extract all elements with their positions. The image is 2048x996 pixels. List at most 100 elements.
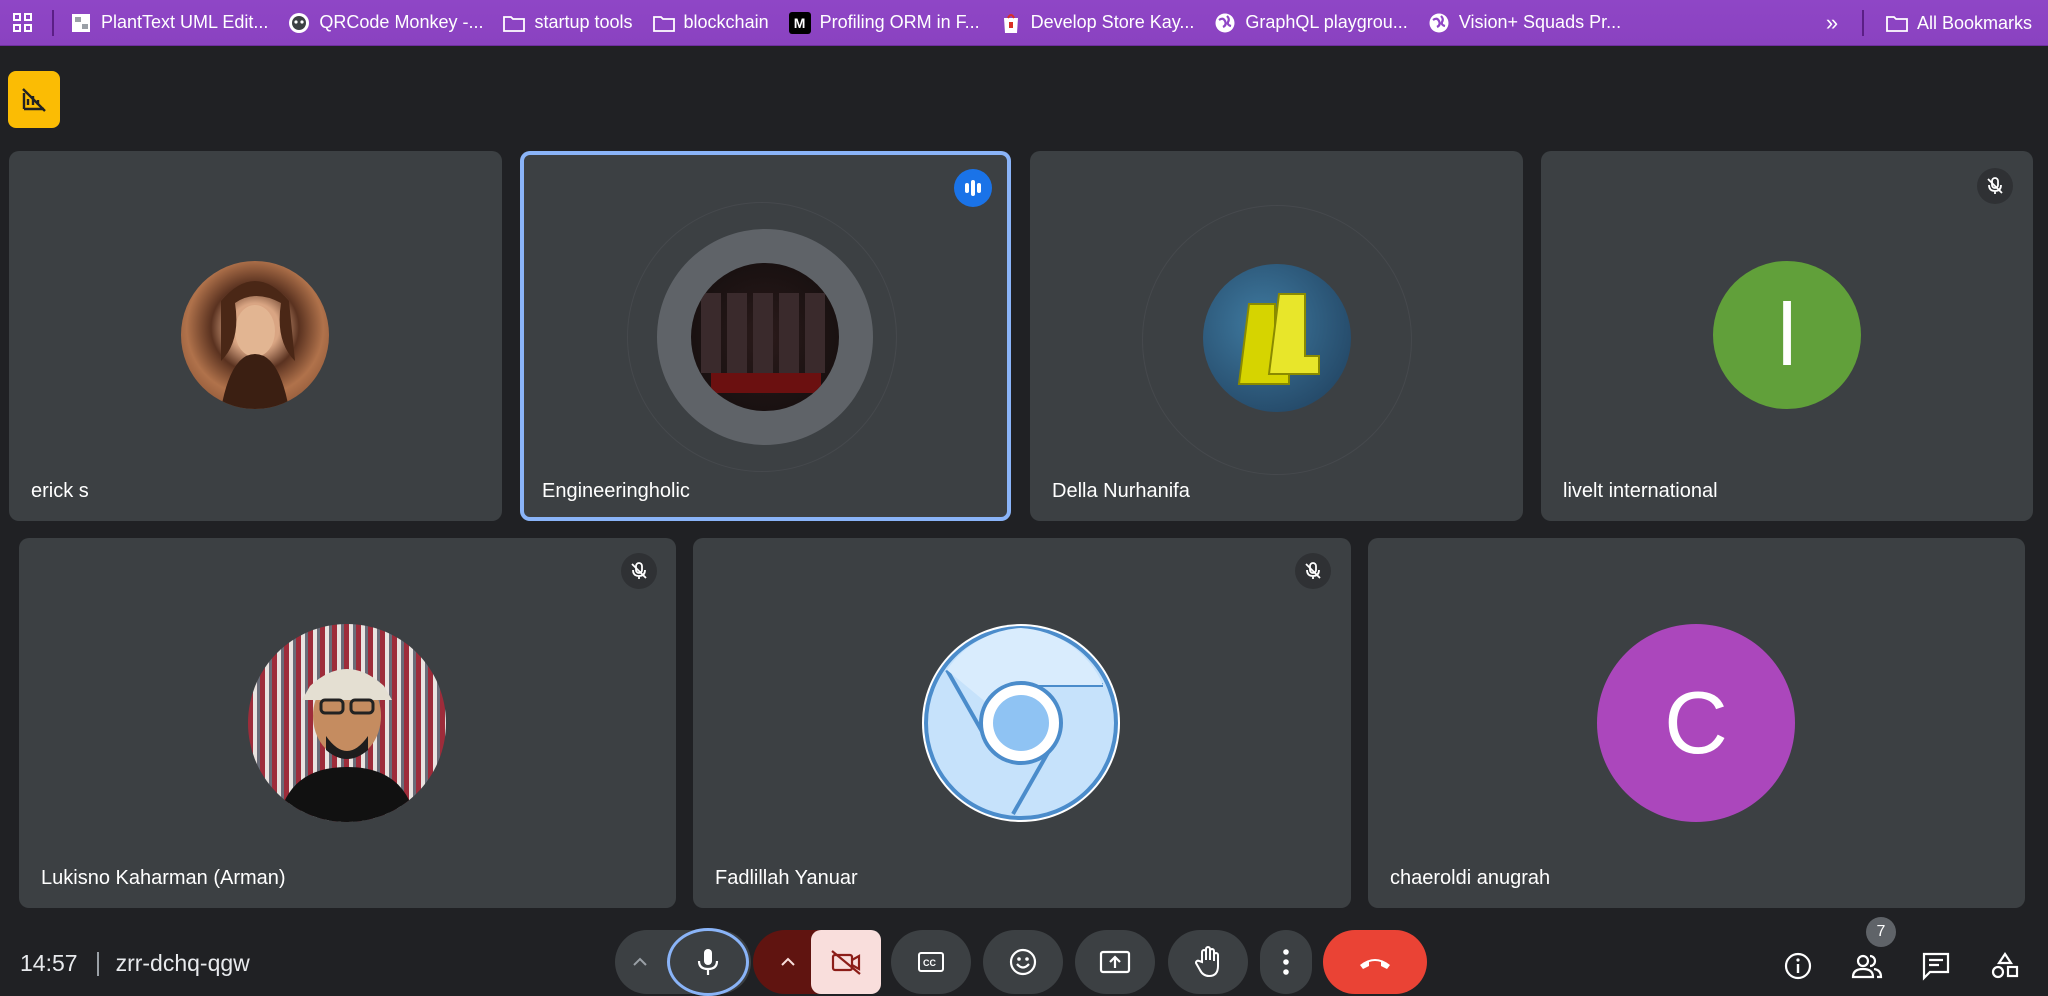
participant-name: Lukisno Kaharman (Arman): [41, 867, 286, 889]
bookmark-develop-store[interactable]: Develop Store Kay...: [992, 7, 1203, 39]
planttext-favicon: [70, 12, 92, 34]
camera-options-button[interactable]: [775, 950, 801, 974]
participant-tile-active-speaker[interactable]: Engineeringholic: [520, 151, 1011, 521]
bookmarks-bar: PlantText UML Edit... QRCode Monkey -...…: [0, 0, 2048, 46]
participant-tile[interactable]: Fadlillah Yanuar: [693, 538, 1351, 908]
all-bookmarks[interactable]: All Bookmarks: [1878, 7, 2040, 39]
folder-icon: [1886, 12, 1908, 34]
bookmark-profiling-orm[interactable]: M Profiling ORM in F...: [781, 7, 988, 39]
avatar-photo-icon: [701, 293, 825, 393]
bookmarks-right: » All Bookmarks: [1812, 0, 2048, 46]
participant-avatar: [657, 229, 873, 445]
captions-button[interactable]: CC: [891, 930, 971, 994]
participant-name: chaeroldi anugrah: [1390, 867, 1551, 889]
participant-tile[interactable]: C chaeroldi anugrah: [1368, 538, 2025, 908]
bookmark-qrcode-monkey[interactable]: QRCode Monkey -...: [280, 7, 491, 39]
chrome-logo-icon: [924, 626, 1118, 820]
closed-captions-icon: CC: [918, 952, 944, 972]
bookmark-label: Profiling ORM in F...: [819, 12, 980, 32]
raise-hand-button[interactable]: [1168, 930, 1248, 994]
participant-tile[interactable]: l livelt international: [1541, 151, 2033, 521]
present-screen-icon: [1099, 950, 1131, 974]
emoji-icon: [1009, 948, 1037, 976]
chat-icon: [1922, 952, 1950, 981]
bookmark-label: PlantText UML Edit...: [101, 12, 269, 32]
participant-avatar: [922, 624, 1120, 822]
hang-up-icon: [1360, 959, 1390, 969]
participant-avatar: [181, 261, 329, 409]
meeting-code: zrr-dchq-qgw: [115, 950, 250, 976]
bookmark-label: blockchain: [683, 12, 769, 32]
chevron-up-icon: [781, 957, 795, 966]
participant-avatar: l: [1713, 261, 1861, 409]
bookmark-label: Develop Store Kay...: [1030, 12, 1195, 32]
people-icon: [1851, 954, 1883, 979]
participant-name: erick s: [31, 480, 89, 502]
chevron-up-icon: [633, 957, 647, 966]
mic-muted-icon: [1977, 168, 2013, 204]
bookmark-label: startup tools: [534, 12, 633, 32]
participant-tile[interactable]: erick s: [9, 151, 502, 521]
store-favicon: [1000, 12, 1022, 34]
bookmark-label: Vision+ Squads Pr...: [1458, 12, 1622, 32]
globe-icon: [1428, 12, 1450, 34]
no-video-warning-badge[interactable]: [8, 71, 60, 128]
participant-avatar: [1203, 264, 1351, 412]
participant-name: Fadlillah Yanuar: [715, 867, 858, 889]
reactions-button[interactable]: [983, 930, 1063, 994]
participant-tile[interactable]: Lukisno Kaharman (Arman): [19, 538, 676, 908]
mic-button[interactable]: [667, 928, 749, 996]
participant-avatar: C: [1597, 624, 1795, 822]
more-options-button[interactable]: [1260, 930, 1312, 994]
activities-button[interactable]: [1985, 946, 2025, 986]
bookmark-vision-squads[interactable]: Vision+ Squads Pr...: [1420, 7, 1629, 39]
bookmark-separator: [1861, 10, 1864, 36]
all-bookmarks-label: All Bookmarks: [1916, 12, 2032, 33]
people-button[interactable]: [1847, 946, 1887, 986]
camera-group: [753, 930, 881, 994]
avatar-photo-icon: [221, 281, 295, 409]
folder-icon: [503, 12, 526, 34]
meeting-info: 14:57 zrr-dchq-qgw: [20, 950, 250, 977]
participant-tile[interactable]: Della Nurhanifa: [1030, 151, 1523, 521]
yellow-boots-icon: [1237, 293, 1320, 385]
bookmark-label: QRCode Monkey -...: [319, 12, 484, 32]
participant-name: Engineeringholic: [542, 480, 690, 502]
bookmark-blockchain[interactable]: blockchain: [645, 7, 777, 39]
svg-text:CC: CC: [923, 958, 936, 968]
info-icon: [1784, 952, 1812, 980]
avatar-initial: C: [1664, 673, 1728, 772]
camera-off-button[interactable]: [811, 930, 881, 994]
meeting-time: 14:57: [20, 950, 78, 976]
qrcode-monkey-favicon: [288, 12, 310, 34]
bookmark-separator: [52, 9, 54, 36]
activities-icon: [1991, 952, 2019, 979]
mic-options-button[interactable]: [627, 950, 653, 974]
mic-muted-icon: [1295, 553, 1331, 589]
participant-name: Della Nurhanifa: [1052, 480, 1190, 502]
participant-name: livelt international: [1563, 480, 1718, 502]
participant-avatar: [248, 624, 446, 822]
chat-button[interactable]: [1916, 946, 1956, 986]
end-call-button[interactable]: [1323, 930, 1427, 994]
bookmark-label: GraphQL playgrou...: [1245, 12, 1408, 32]
bookmarks-overflow-button[interactable]: »: [1812, 10, 1852, 36]
present-screen-button[interactable]: [1075, 930, 1155, 994]
mic-muted-icon: [621, 553, 657, 589]
meeting-details-button[interactable]: [1778, 946, 1818, 986]
info-divider: [96, 951, 99, 976]
bookmark-graphql-playground[interactable]: GraphQL playgrou...: [1206, 7, 1415, 39]
more-vert-icon: [1283, 949, 1289, 975]
video-off-chart-icon: [22, 87, 46, 112]
avatar-photo-icon: [278, 669, 416, 822]
medium-favicon: M: [788, 11, 811, 34]
globe-icon: [1214, 12, 1236, 34]
speaking-indicator-icon: [954, 169, 992, 207]
apps-grid-icon[interactable]: [0, 0, 46, 46]
bookmark-startup-tools[interactable]: startup tools: [495, 7, 640, 39]
video-off-icon: [831, 950, 861, 975]
bookmark-planttext[interactable]: PlantText UML Edit...: [62, 7, 276, 39]
raise-hand-icon: [1195, 946, 1219, 978]
mic-icon: [697, 949, 719, 975]
folder-icon: [652, 12, 675, 34]
